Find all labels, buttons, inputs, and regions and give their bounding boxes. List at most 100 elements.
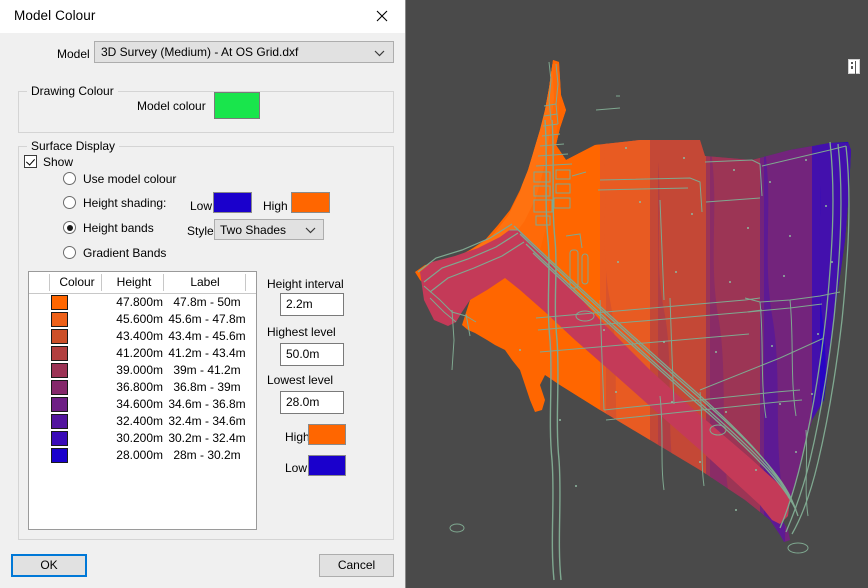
radio-use-model-colour[interactable]: Use model colour: [63, 172, 176, 190]
bands-high-swatch[interactable]: [308, 424, 346, 445]
highest-level-value: 50.0m: [286, 347, 320, 361]
band-colour-swatch[interactable]: [51, 312, 68, 327]
band-colour-swatch[interactable]: [51, 414, 68, 429]
bands-high-label: High: [285, 430, 310, 444]
band-label: 39m - 41.2m: [173, 363, 241, 377]
radio-button: [63, 246, 76, 259]
radio-label: Height bands: [83, 221, 154, 235]
style-select-value: Two Shades: [220, 223, 287, 237]
band-label: 43.4m - 45.6m: [168, 329, 246, 343]
band-height: 47.800m: [116, 295, 163, 309]
band-label: 36.8m - 39m: [173, 380, 241, 394]
radio-label: Use model colour: [83, 172, 177, 186]
table-header: Colour Height Label: [29, 272, 256, 294]
model-colour-dialog: Model Colour Model 3D Survey (Medium) - …: [0, 0, 406, 588]
band-colour-swatch[interactable]: [51, 431, 68, 446]
shading-low-label: Low: [190, 199, 213, 213]
height-interval-input[interactable]: 2.2m: [280, 293, 344, 316]
band-colour-swatch[interactable]: [51, 346, 68, 361]
band-colour-swatch[interactable]: [51, 329, 68, 344]
drawing-colour-group-title: Drawing Colour: [27, 84, 118, 98]
table-body: 47.800m 47.8m - 50m 45.600m 45.6m - 47.8m 43…: [29, 294, 256, 464]
band-label: 28m - 30.2m: [173, 448, 241, 462]
table-row[interactable]: 43.400m 43.4m - 45.6m: [29, 328, 256, 345]
radio-button: [63, 172, 76, 185]
band-height: 36.800m: [116, 380, 163, 394]
band-height: 30.200m: [116, 431, 163, 445]
close-icon[interactable]: [360, 0, 405, 31]
lowest-level-value: 28.0m: [286, 395, 320, 409]
column-header-label: Label: [190, 275, 220, 289]
table-row[interactable]: 47.800m 47.8m - 50m: [29, 294, 256, 311]
band-label: 34.6m - 36.8m: [168, 397, 246, 411]
band-colour-swatch[interactable]: [51, 295, 68, 310]
highest-level-label: Highest level: [267, 325, 336, 339]
show-checkbox[interactable]: Show: [24, 155, 73, 171]
radio-height-shading[interactable]: Height shading:: [63, 196, 166, 214]
surface-display-group-title: Surface Display: [27, 139, 120, 153]
lowest-level-label: Lowest level: [267, 373, 334, 387]
band-colour-swatch[interactable]: [51, 363, 68, 378]
table-row[interactable]: 36.800m 36.8m - 39m: [29, 379, 256, 396]
column-header-height: Height: [116, 275, 152, 289]
show-label: Show: [43, 155, 74, 169]
drawing-colour-group: Drawing Colour: [18, 84, 394, 133]
band-height: 32.400m: [116, 414, 163, 428]
style-label: Style:: [187, 224, 218, 238]
band-height: 39.000m: [116, 363, 163, 377]
radio-label: Height shading:: [83, 196, 167, 210]
height-interval-value: 2.2m: [286, 297, 313, 311]
model-colour-swatch[interactable]: [214, 92, 260, 119]
band-label: 45.6m - 47.8m: [168, 312, 246, 326]
band-height: 34.600m: [116, 397, 163, 411]
table-row[interactable]: 28.000m 28m - 30.2m: [29, 447, 256, 464]
band-colour-swatch[interactable]: [51, 397, 68, 412]
band-label: 32.4m - 34.6m: [168, 414, 246, 428]
model-select-value: 3D Survey (Medium) - At OS Grid.dxf: [101, 45, 299, 59]
shading-low-swatch[interactable]: [213, 192, 252, 213]
panel-handle-icon[interactable]: [848, 59, 860, 74]
ok-button[interactable]: OK: [11, 554, 87, 577]
height-bands-table[interactable]: Colour Height Label 47.800m 47.8m - 50m 45…: [28, 271, 257, 530]
close-glyph: [376, 10, 388, 22]
band-height: 43.400m: [116, 329, 163, 343]
lowest-level-input[interactable]: 28.0m: [280, 391, 344, 414]
model-label: Model: [57, 47, 90, 61]
table-row[interactable]: 39.000m 39m - 41.2m: [29, 362, 256, 379]
height-interval-label: Height interval: [267, 277, 344, 291]
dialog-title: Model Colour: [14, 8, 96, 23]
table-row[interactable]: 34.600m 34.6m - 36.8m: [29, 396, 256, 413]
shading-high-label: High: [263, 199, 288, 213]
radio-label: Gradient Bands: [83, 246, 167, 260]
radio-button: [63, 221, 76, 234]
bands-low-swatch[interactable]: [308, 455, 346, 476]
band-label: 47.8m - 50m: [173, 295, 241, 309]
band-colour-swatch[interactable]: [51, 448, 68, 463]
radio-button: [63, 196, 76, 209]
band-height: 45.600m: [116, 312, 163, 326]
terrain-bands: [415, 60, 851, 542]
table-row[interactable]: 30.200m 30.2m - 32.4m: [29, 430, 256, 447]
chevron-down-icon: [374, 50, 385, 57]
band-colour-swatch[interactable]: [51, 380, 68, 395]
table-row[interactable]: 41.200m 41.2m - 43.4m: [29, 345, 256, 362]
model-select[interactable]: 3D Survey (Medium) - At OS Grid.dxf: [94, 41, 394, 63]
band-label: 41.2m - 43.4m: [168, 346, 246, 360]
cancel-button[interactable]: Cancel: [319, 554, 394, 577]
table-row[interactable]: 45.600m 45.6m - 47.8m: [29, 311, 256, 328]
band-label: 30.2m - 32.4m: [168, 431, 246, 445]
column-header-colour: Colour: [59, 275, 95, 289]
table-row[interactable]: 32.400m 32.4m - 34.6m: [29, 413, 256, 430]
radio-gradient-bands[interactable]: Gradient Bands: [63, 246, 166, 264]
highest-level-input[interactable]: 50.0m: [280, 343, 344, 366]
bands-low-label: Low: [285, 461, 308, 475]
radio-height-bands[interactable]: Height bands: [63, 221, 154, 239]
dialog-titlebar[interactable]: Model Colour: [0, 0, 405, 33]
band-height: 41.200m: [116, 346, 163, 360]
show-checkbox-box: [24, 155, 37, 168]
style-select[interactable]: Two Shades: [214, 219, 324, 240]
model-colour-label: Model colour: [137, 99, 206, 113]
chevron-down-icon: [305, 227, 316, 234]
shading-high-swatch[interactable]: [291, 192, 330, 213]
band-height: 28.000m: [116, 448, 163, 462]
